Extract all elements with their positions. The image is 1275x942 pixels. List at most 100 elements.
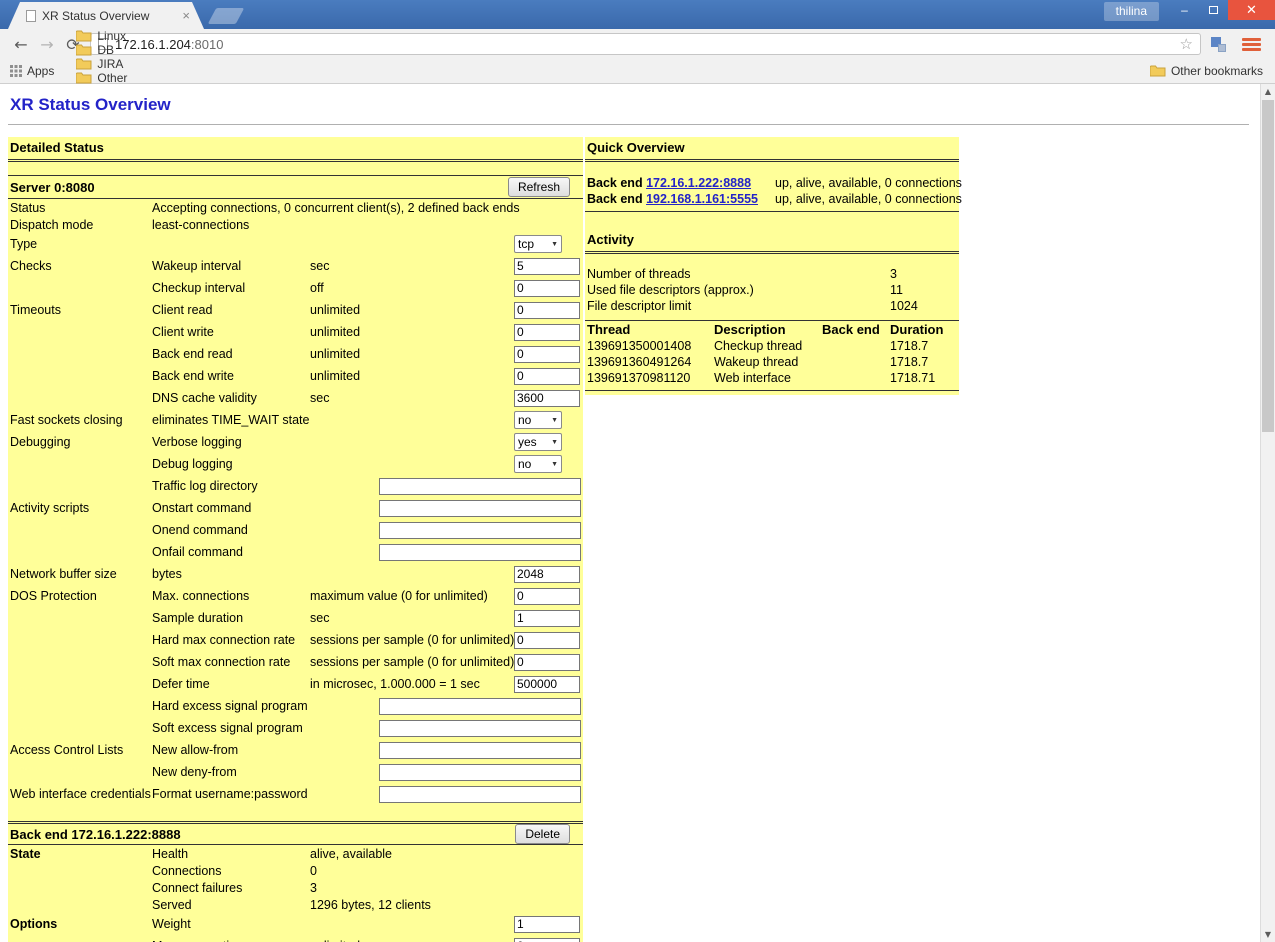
- back-end-write-input[interactable]: [514, 368, 580, 385]
- maximize-button[interactable]: [1199, 0, 1228, 20]
- row-field-cell: [514, 324, 583, 341]
- bookmark-folder-db[interactable]: DB: [76, 43, 213, 57]
- row-label: New deny-from: [152, 765, 310, 779]
- table-row: Connections0: [8, 862, 583, 879]
- new-allow-from-input[interactable]: [379, 742, 581, 759]
- soft-excess-signal-program-input[interactable]: [379, 720, 581, 737]
- row-field-cell: [310, 500, 583, 517]
- row-field-cell: yes▼: [514, 433, 583, 451]
- row-label: Client write: [152, 325, 310, 339]
- delete-button[interactable]: Delete: [515, 824, 570, 844]
- eliminates-time-wait-state-select[interactable]: no▼: [514, 411, 562, 429]
- table-row: DNS cache validitysec: [8, 387, 583, 409]
- sample-duration-input[interactable]: [514, 610, 580, 627]
- client-write-input[interactable]: [514, 324, 580, 341]
- weight-input[interactable]: [514, 916, 580, 933]
- row-desc: maximum value (0 for unlimited): [310, 589, 514, 603]
- back-end-read-input[interactable]: [514, 346, 580, 363]
- row-category: Web interface credentials: [10, 787, 152, 801]
- quick-overview-row: Back end 192.168.1.161:5555up, alive, av…: [585, 191, 959, 207]
- new-deny-from-input[interactable]: [379, 764, 581, 781]
- new-tab-button[interactable]: [208, 8, 245, 24]
- backend-link[interactable]: 192.168.1.161:5555: [646, 192, 758, 206]
- verbose-logging-select[interactable]: yes▼: [514, 433, 562, 451]
- backend-header-row: Back end 172.16.1.222:8888 Delete: [8, 821, 583, 845]
- wakeup-interval-input[interactable]: [514, 258, 580, 275]
- bookmark-folder-linux[interactable]: Linux: [76, 29, 213, 43]
- url-bar[interactable]: 172.16.1.204 :8010 ☆: [90, 33, 1201, 55]
- debug-logging-select[interactable]: no▼: [514, 455, 562, 473]
- hard-max-connection-rate-input[interactable]: [514, 632, 580, 649]
- other-bookmarks[interactable]: Other bookmarks: [1150, 64, 1263, 78]
- bookmark-folder-jira[interactable]: JIRA: [76, 57, 213, 71]
- table-row: StatusAccepting connections, 0 concurren…: [8, 199, 583, 216]
- row-field-cell: [310, 742, 583, 759]
- extension-icon[interactable]: [1211, 37, 1226, 52]
- row-label: Onstart command: [152, 501, 310, 515]
- onfail-command-input[interactable]: [379, 544, 581, 561]
- back-button[interactable]: ←: [8, 35, 34, 54]
- forward-button[interactable]: →: [34, 35, 60, 54]
- row-label: Wakeup interval: [152, 259, 310, 273]
- bytes-input[interactable]: [514, 566, 580, 583]
- thread-description: Web interface: [714, 371, 822, 385]
- profile-badge[interactable]: thilina: [1104, 2, 1159, 21]
- chevron-down-icon: ▼: [551, 439, 558, 446]
- onstart-command-input[interactable]: [379, 500, 581, 517]
- row-label: Connections: [152, 864, 310, 878]
- row-label: Onend command: [152, 523, 310, 537]
- thread-id: 139691360491264: [587, 355, 714, 369]
- row-category: Fast sockets closing: [10, 413, 152, 427]
- dns-cache-validity-input[interactable]: [514, 390, 580, 407]
- folder-icon: [76, 58, 92, 70]
- apps-shortcut[interactable]: Apps: [10, 64, 54, 78]
- minimize-button[interactable]: –: [1170, 0, 1199, 20]
- soft-max-connection-rate-input[interactable]: [514, 654, 580, 671]
- row-label: Verbose logging: [152, 435, 310, 449]
- chevron-down-icon: ▼: [551, 241, 558, 248]
- thread-row: 139691370981120Web interface1718.71: [585, 370, 959, 386]
- max-connections-input[interactable]: [514, 588, 580, 605]
- col-duration: Duration: [890, 322, 959, 337]
- table-row: ChecksWakeup intervalsec: [8, 255, 583, 277]
- client-read-input[interactable]: [514, 302, 580, 319]
- thread-id: 139691350001408: [587, 339, 714, 353]
- type-select[interactable]: tcp▼: [514, 235, 562, 253]
- onend-command-input[interactable]: [379, 522, 581, 539]
- hard-excess-signal-program-input[interactable]: [379, 698, 581, 715]
- table-row: Max. connectionsunlimited: [8, 935, 583, 942]
- row-field-cell: [514, 916, 583, 933]
- row-category: State: [10, 847, 152, 861]
- scroll-down-button[interactable]: ▼: [1261, 927, 1275, 942]
- bookmark-star-icon[interactable]: ☆: [1180, 35, 1193, 53]
- table-row: Onend command: [8, 519, 583, 541]
- refresh-button[interactable]: Refresh: [508, 177, 570, 197]
- bookmark-label: JIRA: [97, 57, 123, 71]
- tab-title: XR Status Overview: [42, 9, 178, 23]
- scroll-up-button[interactable]: ▲: [1261, 84, 1275, 99]
- table-row: StateHealthalive, available: [8, 845, 583, 862]
- traffic-log-directory-input[interactable]: [379, 478, 581, 495]
- format-username-password-input[interactable]: [379, 786, 581, 803]
- close-button[interactable]: ✕: [1228, 0, 1275, 20]
- row-label: Soft excess signal program: [152, 721, 310, 735]
- backend-status: up, alive, available, 0 connections: [775, 176, 962, 190]
- divider: [585, 211, 959, 212]
- select-value: no: [518, 413, 531, 427]
- defer-time-input[interactable]: [514, 676, 580, 693]
- row-desc: unlimited: [310, 303, 514, 317]
- maximize-icon: [1209, 6, 1218, 14]
- backend-link[interactable]: 172.16.1.222:8888: [646, 176, 751, 190]
- checkup-interval-input[interactable]: [514, 280, 580, 297]
- folder-icon: [76, 44, 92, 56]
- scrollbar-thumb[interactable]: [1262, 100, 1274, 432]
- browser-tab[interactable]: XR Status Overview ×: [8, 2, 204, 29]
- max-connections-input[interactable]: [514, 938, 580, 942]
- menu-icon[interactable]: [1242, 38, 1261, 51]
- tab-close-icon[interactable]: ×: [182, 9, 190, 22]
- quick-overview-row: Back end 172.16.1.222:8888up, alive, ava…: [585, 175, 959, 191]
- row-label: bytes: [152, 567, 310, 581]
- row-field-cell: [310, 698, 583, 715]
- server-settings-rows: StatusAccepting connections, 0 concurren…: [8, 199, 583, 805]
- bookmark-folder-other[interactable]: Other: [76, 71, 213, 85]
